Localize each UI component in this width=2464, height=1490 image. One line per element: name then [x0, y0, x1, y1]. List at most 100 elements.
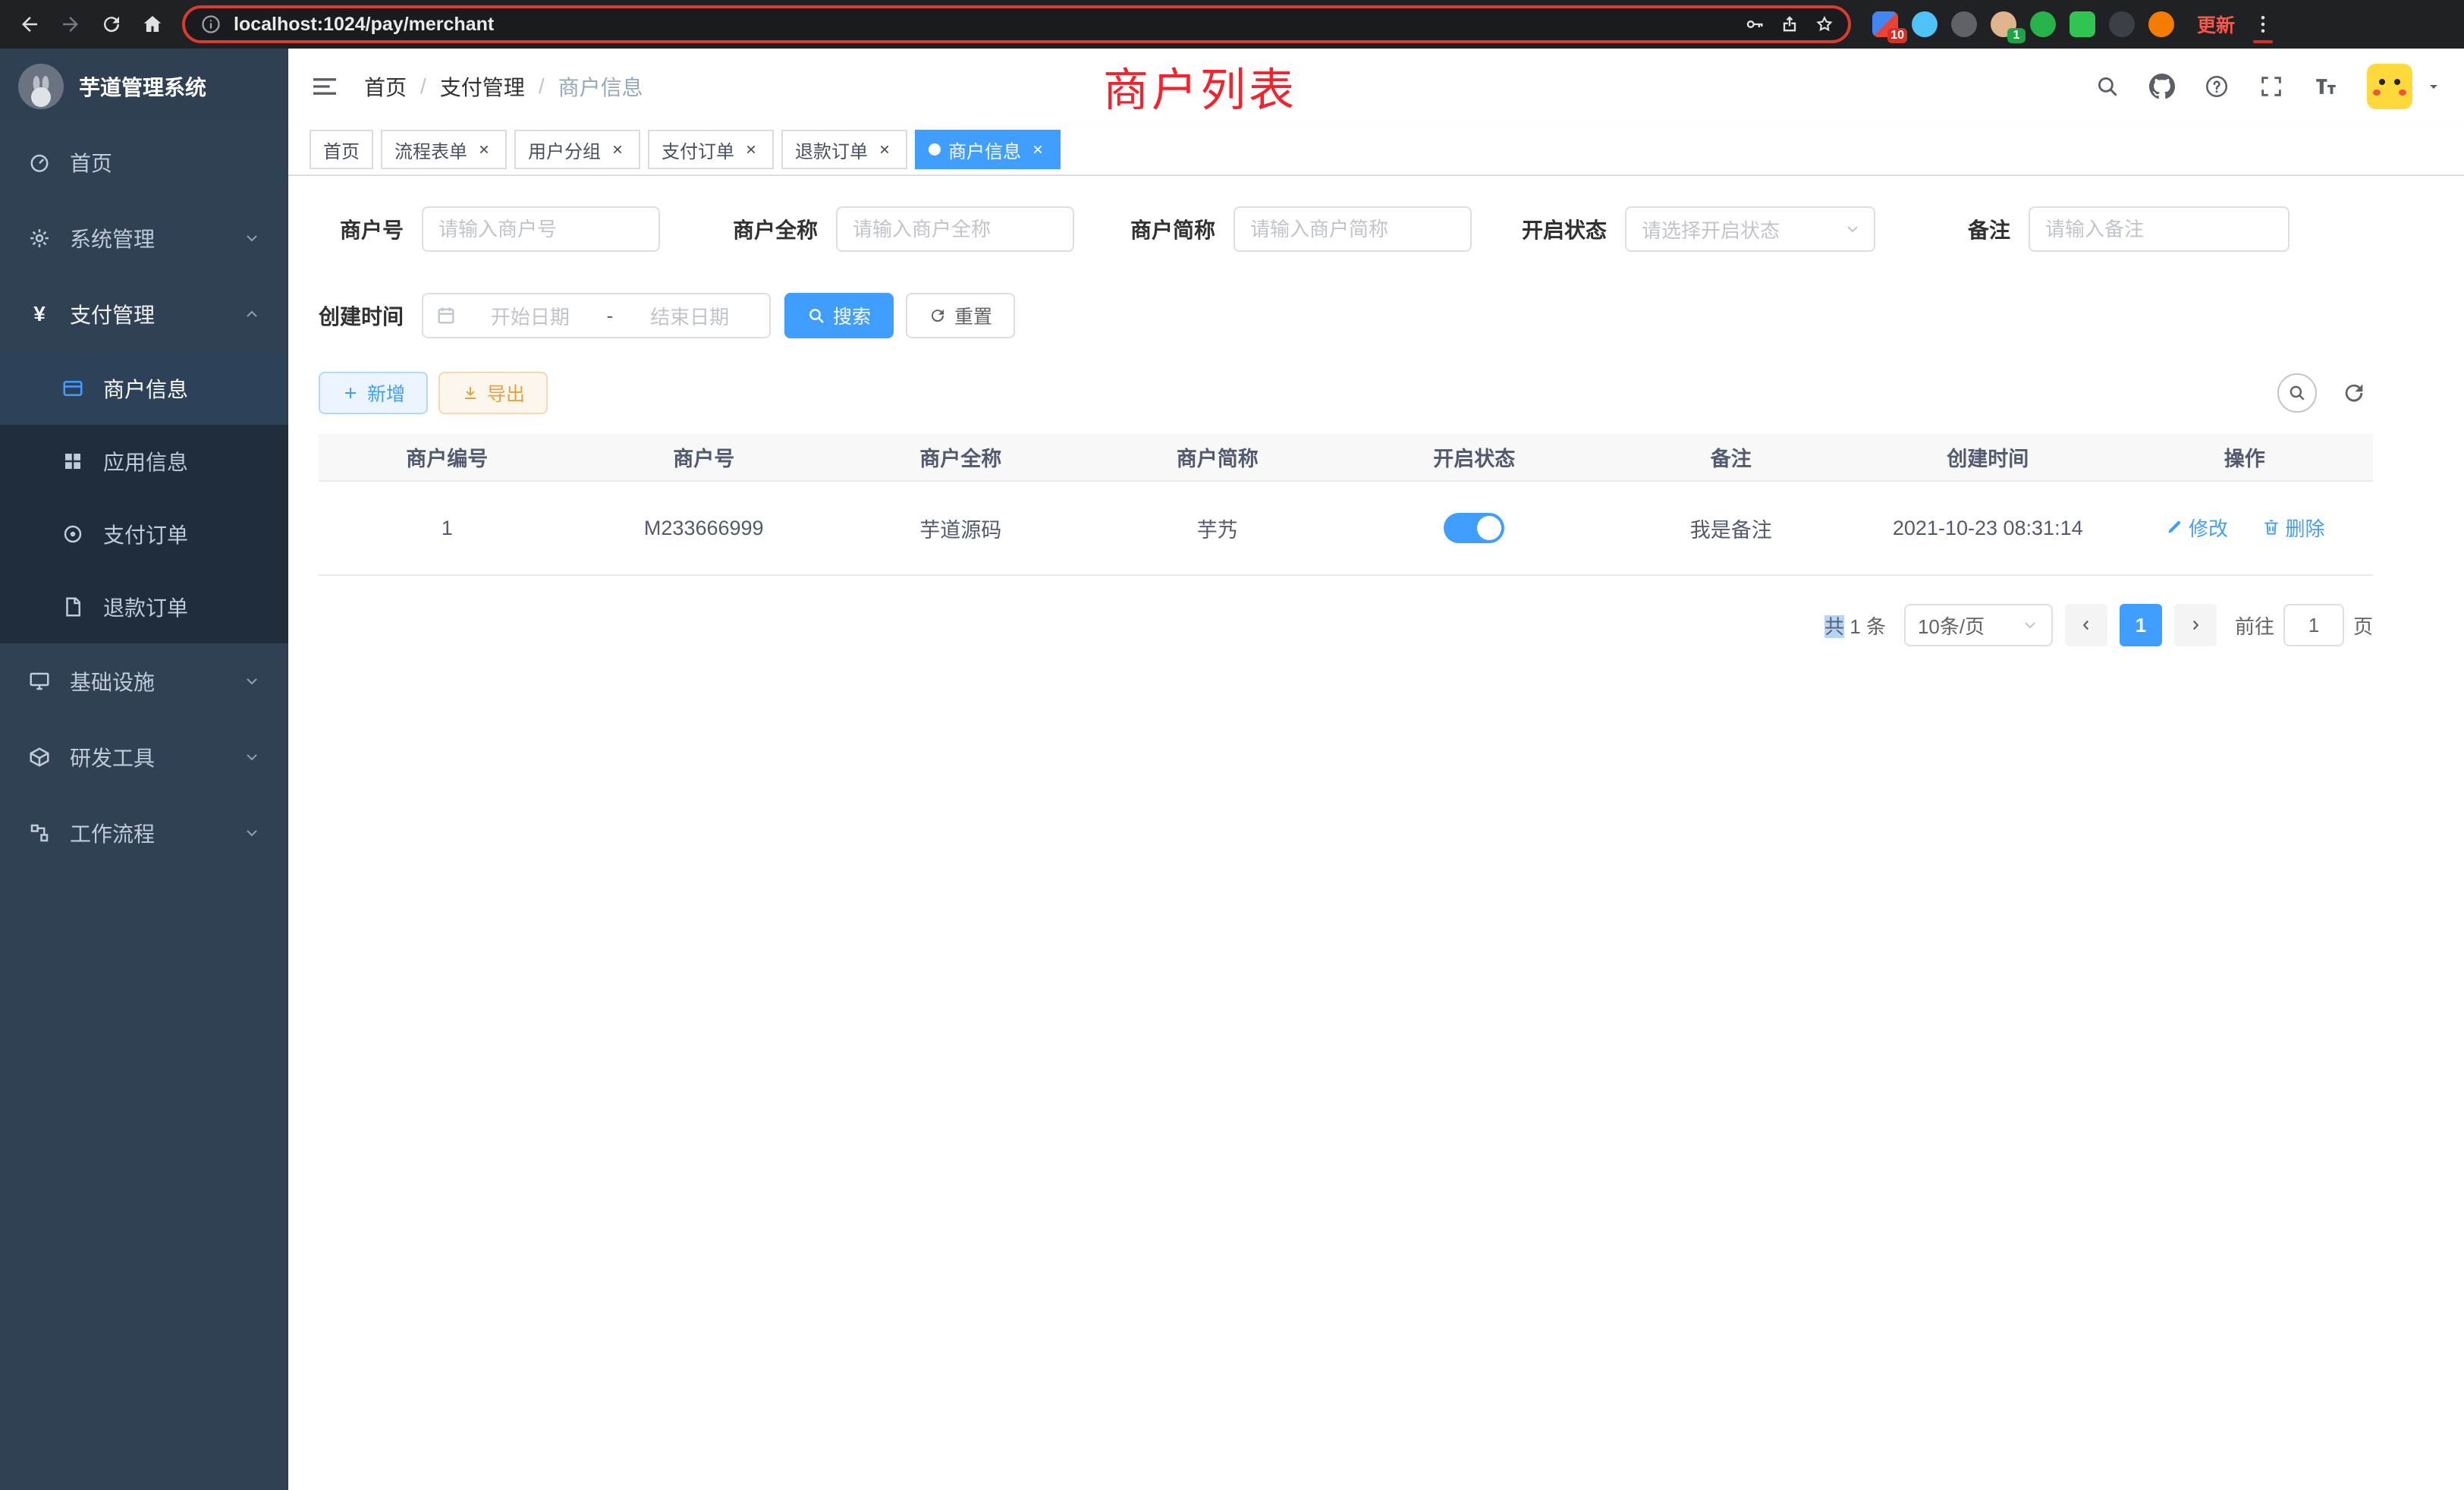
merchant-no-input[interactable]: [422, 206, 660, 252]
sidebar-item-app-info[interactable]: 应用信息: [0, 425, 288, 498]
date-end-placeholder[interactable]: 结束日期: [622, 302, 757, 330]
site-info-icon[interactable]: [200, 14, 222, 35]
page-size-select[interactable]: 10条/页: [1904, 604, 2053, 646]
tab-merchant-info[interactable]: 商户信息: [915, 130, 1061, 169]
sidebar-item-label: 支付管理: [70, 299, 225, 329]
browser-forward-button[interactable]: [50, 4, 91, 45]
merchant-table: 商户编号 商户号 商户全称 商户简称 开启状态 备注 创建时间 操作 1 M23…: [319, 434, 2373, 576]
sidebar-item-workflow[interactable]: 工作流程: [0, 795, 288, 871]
credit-card-icon: [61, 376, 85, 401]
refresh-icon[interactable]: [2341, 380, 2367, 406]
ext-knot-icon[interactable]: [2109, 11, 2135, 37]
browser-menu-kebab-icon[interactable]: [2242, 4, 2283, 45]
fullscreen-icon[interactable]: [2258, 73, 2285, 100]
ext-drop-icon[interactable]: [1912, 11, 1938, 37]
tab-close-icon[interactable]: [875, 140, 894, 159]
filter-status: 开启状态 请选择开启状态: [1522, 206, 1875, 252]
remark-input[interactable]: [2029, 206, 2290, 252]
header-search-icon[interactable]: [2094, 73, 2121, 100]
tab-close-icon[interactable]: [475, 140, 493, 159]
sidebar: 芋道管理系统 首页 系统管理 ¥ 支付管理 商户信息 应用信息: [0, 49, 288, 1490]
hamburger-icon[interactable]: [310, 71, 340, 102]
browser-reload-button[interactable]: [91, 4, 132, 45]
total-prefix: 共: [1824, 615, 1844, 638]
app-logo[interactable]: 芋道管理系统: [0, 49, 288, 124]
page-content: 商户号 商户全称 商户简称 开启状态 请选择开启状态 备注: [288, 176, 2464, 1490]
col-full-name: 商户全称: [832, 434, 1089, 481]
page-1-button[interactable]: 1: [2120, 604, 2162, 646]
ext-avatar-icon[interactable]: 1: [1991, 11, 2016, 37]
goto-page-input[interactable]: [2283, 604, 2344, 646]
breadcrumb-pay[interactable]: 支付管理: [440, 71, 525, 102]
filter-full-name: 商户全称: [733, 206, 1074, 252]
bookmark-star-icon[interactable]: [1807, 7, 1842, 42]
tab-label: 支付订单: [662, 137, 734, 163]
url-text[interactable]: localhost:1024/pay/merchant: [234, 14, 494, 36]
help-icon[interactable]: [2203, 73, 2230, 100]
table-row: 1 M233666999 芋道源码 芋艿 我是备注 2021-10-23 08:…: [319, 481, 2373, 575]
delete-link[interactable]: 删除: [2261, 514, 2325, 542]
search-button[interactable]: 搜索: [784, 293, 894, 338]
navbar-actions: [2094, 64, 2443, 109]
sidebar-item-infrastructure[interactable]: 基础设施: [0, 643, 288, 719]
document-icon: [61, 595, 85, 619]
tab-refund-order[interactable]: 退款订单: [781, 130, 907, 169]
tab-user-group[interactable]: 用户分组: [514, 130, 640, 169]
add-button[interactable]: 新增: [319, 372, 428, 414]
sidebar-item-dev-tools[interactable]: 研发工具: [0, 719, 288, 795]
prev-page-button[interactable]: [2065, 604, 2107, 646]
browser-home-button[interactable]: [132, 4, 173, 45]
tab-home[interactable]: 首页: [310, 130, 373, 169]
sidebar-item-system[interactable]: 系统管理: [0, 200, 288, 276]
ext-green-square-icon[interactable]: [2070, 11, 2095, 37]
sidebar-item-home[interactable]: 首页: [0, 124, 288, 200]
pagination-goto: 前往 页: [2235, 604, 2373, 646]
breadcrumb-home[interactable]: 首页: [364, 71, 407, 102]
export-button[interactable]: 导出: [438, 372, 548, 414]
tab-flow-form[interactable]: 流程表单: [381, 130, 507, 169]
target-icon: [61, 522, 85, 546]
sidebar-item-pay-order[interactable]: 支付订单: [0, 498, 288, 571]
ext-green-circle-icon[interactable]: [2030, 11, 2056, 37]
sidebar-item-pay[interactable]: ¥ 支付管理: [0, 276, 288, 352]
address-bar[interactable]: localhost:1024/pay/merchant: [182, 5, 1851, 43]
sidebar-item-merchant-info[interactable]: 商户信息: [0, 352, 288, 425]
font-size-icon[interactable]: [2312, 73, 2340, 100]
next-page-button[interactable]: [2174, 604, 2217, 646]
monitor-icon: [27, 669, 52, 693]
github-icon[interactable]: [2148, 73, 2176, 100]
full-name-input[interactable]: [836, 206, 1074, 252]
reset-button[interactable]: 重置: [906, 293, 1015, 338]
sidebar-item-refund-order[interactable]: 退款订单: [0, 571, 288, 643]
logo-image: [18, 64, 64, 109]
password-key-icon[interactable]: [1737, 7, 1772, 42]
tab-pay-order[interactable]: 支付订单: [648, 130, 774, 169]
ext-puzzle-icon[interactable]: 10: [1872, 11, 1898, 37]
browser-back-button[interactable]: [9, 4, 50, 45]
filter-merchant-no: 商户号: [313, 206, 660, 252]
avatar-caret-icon[interactable]: [2425, 77, 2443, 96]
user-avatar[interactable]: [2367, 64, 2412, 109]
workflow-icon: [27, 821, 52, 845]
date-range-picker[interactable]: 开始日期 - 结束日期: [422, 293, 771, 338]
sidebar-item-label: 应用信息: [103, 446, 261, 476]
tab-close-icon[interactable]: [1029, 140, 1047, 159]
browser-update-button[interactable]: 更新: [2197, 11, 2235, 38]
tab-close-icon[interactable]: [608, 140, 627, 159]
goto-label: 前往: [2235, 611, 2274, 640]
date-start-placeholder[interactable]: 开始日期: [463, 302, 598, 330]
short-name-input[interactable]: [1234, 206, 1472, 252]
gear-icon: [27, 226, 52, 250]
sidebar-item-label: 首页: [70, 147, 261, 178]
tab-close-icon[interactable]: [742, 140, 760, 159]
ext-dark-circle-icon[interactable]: [1951, 11, 1977, 37]
dashboard-icon: [27, 150, 52, 174]
show-search-toggle-icon[interactable]: [2277, 373, 2317, 413]
status-select[interactable]: 请选择开启状态: [1625, 206, 1875, 252]
ext-orange-icon[interactable]: [2148, 11, 2174, 37]
sidebar-item-label: 工作流程: [70, 818, 225, 848]
edit-link[interactable]: 修改: [2164, 514, 2228, 542]
status-toggle[interactable]: [1444, 513, 1504, 543]
share-icon[interactable]: [1772, 7, 1807, 42]
tag-view-bar: 首页 流程表单 用户分组 支付订单 退款订单: [288, 124, 2464, 176]
